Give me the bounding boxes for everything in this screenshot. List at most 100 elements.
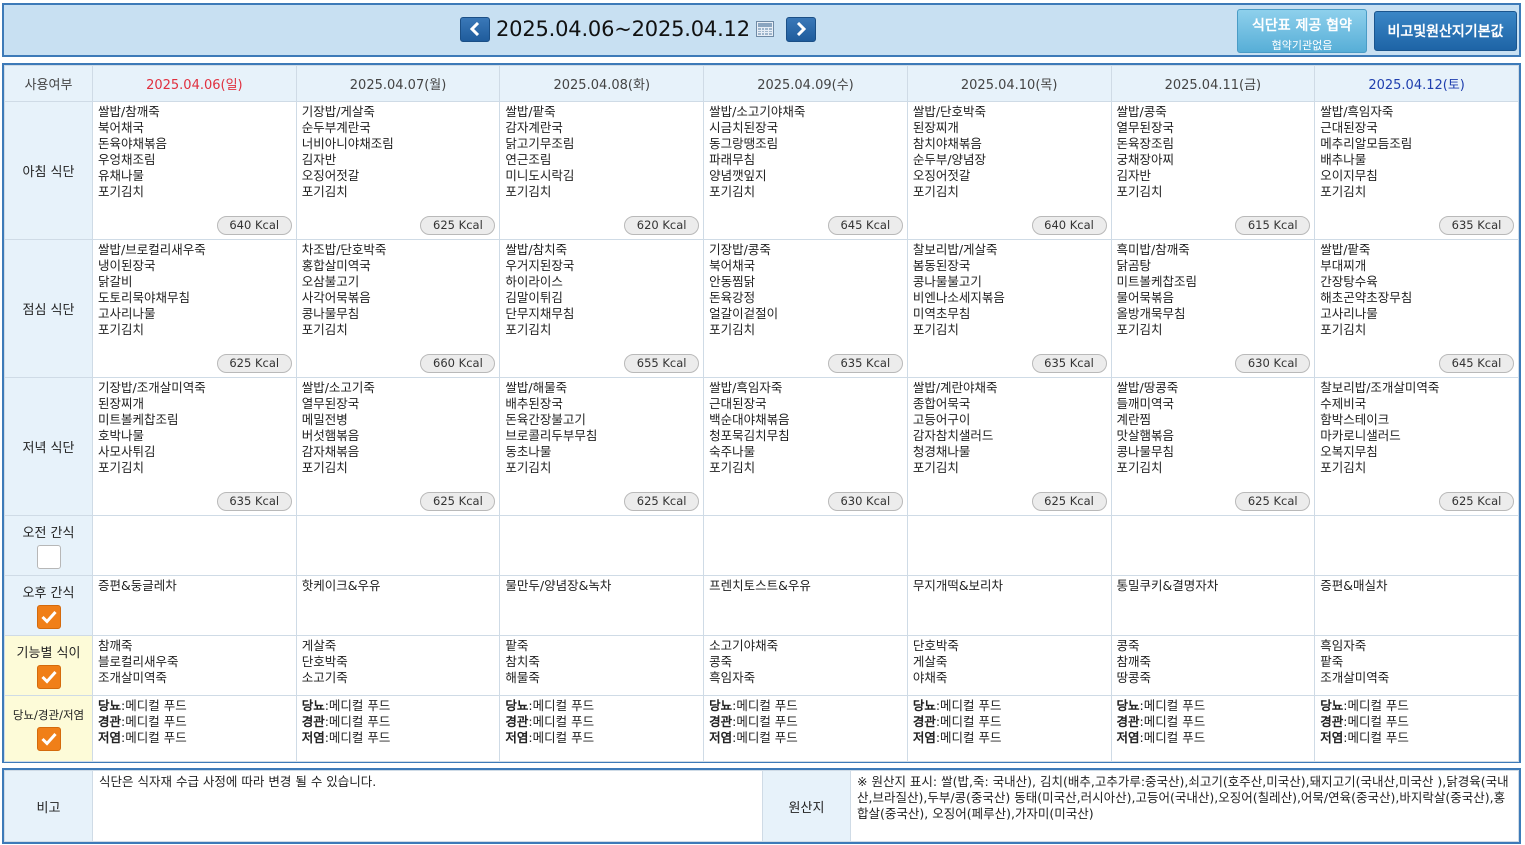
meal-cell[interactable]: 쌀밥/브로컬리새우죽 냉이된장국 닭갈비 도토리묵야채무침 고사리나물 포기김치 625 K… [92,239,297,378]
diet-cell[interactable]: 당뇨:메디컬 푸드 경관:메디컬 푸드 저염:메디컬 푸드 [92,695,297,762]
snack-cell[interactable]: 물만두/양념장&녹차 [499,575,705,636]
snack-cell[interactable] [906,515,1112,576]
day-header: 2025.04.11(금) [1110,65,1316,102]
meal-cell[interactable]: 쌀밥/계란야채죽 종합어묵국 고등어구이 감자참치샐러드 청경채나물 포기김치 625 Kc… [906,377,1112,516]
diet-line: 경관:메디컬 푸드 [709,714,907,730]
menu-item: 포기김치 [912,184,959,199]
meal-cell[interactable]: 흑미밥/참깨죽 닭곰탕 미트볼케찹조림 물어묵볶음 올방개묵무침 포기김치 630 Kcal [1110,239,1316,378]
default-remarks-origin-button[interactable]: 비고및원산지기본값 [1374,11,1517,51]
meal-cell[interactable]: 쌀밥/소고기야채죽 시금치된장국 동그랑땡조림 파래무침 양념깻잎지 포기김치 645 Kc… [703,101,908,240]
menu-item: 북어채국 [709,258,756,273]
snack-item: 물만두/양념장&녹차 [505,578,612,593]
snack-cell[interactable] [295,515,501,576]
diet-type: 경관 [912,714,936,729]
diet-cell[interactable]: 당뇨:메디컬 푸드 경관:메디컬 푸드 저염:메디컬 푸드 [906,695,1112,762]
meal-cell[interactable]: 기장밥/조개살미역죽 된장찌개 미트볼케찹조림 호박나물 사모사튀김 포기김치 635 Kc… [92,377,297,516]
kcal-badge: 625 Kcal [624,492,700,511]
diet-value: :메디컬 푸드 [1343,730,1409,745]
remarks-label: 비고 [4,770,93,842]
functional-cell[interactable]: 소고기야채죽 콩죽 흑임자죽 [703,635,908,696]
snack-cell[interactable]: 핫케이크&우유 [295,575,501,636]
kcal-badge: 615 Kcal [1235,216,1311,235]
diet-line: 저염:메디컬 푸드 [302,730,500,746]
functional-cell[interactable]: 단호박죽 게살죽 야채죽 [906,635,1112,696]
diet-value: :메디컬 푸드 [324,698,391,713]
meal-cell[interactable]: 찰보리밥/조개살미역죽 수제비국 함박스테이크 마카로니샐러드 오복지무침 포기김치 625… [1314,377,1519,516]
menu-item: 동그랑땡조림 [709,136,779,151]
menu-item: 연근조림 [505,152,552,167]
menu-item: 김자반 [301,152,337,167]
diet-type: 당뇨 [1116,698,1140,713]
meal-cell[interactable]: 쌀밥/콩죽 열무된장국 돈육장조림 궁채장아찌 김자반 포기김치 615 Kcal [1110,101,1316,240]
meal-cell[interactable]: 기장밥/게살죽 순두부계란국 너비아니야채조림 김자반 오징어젓갈 포기김치 625 Kca… [295,101,501,240]
pm-snack-use-checkbox[interactable] [36,605,61,629]
diet-line: 당뇨:메디컬 푸드 [505,698,703,714]
day-header-row: 사용여부 2025.04.06(일) 2025.04.07(월) 2025.04… [4,65,1519,102]
meal-cell[interactable]: 쌀밥/소고기죽 열무된장국 메밀전병 버섯햄볶음 감자채볶음 포기김치 625 Kcal [295,377,501,516]
functional-cell[interactable]: 참깨죽 블로컬리새우죽 조개살미역죽 [92,635,297,696]
origin-text[interactable]: ※ 원산지 표시: 쌀(밥,죽: 국내산), 김치(배추,고추가루:중국산),쇠… [850,770,1519,842]
snack-cell[interactable]: 증편&둥글레차 [92,575,297,636]
menu-item: 쌀밥/흑임자죽 [1320,104,1394,119]
meal-cell[interactable]: 쌀밥/땅콩죽 들깨미역국 계란찜 맛살햄볶음 콩나물무침 포기김치 625 Kcal [1110,377,1316,516]
am-snack-use-checkbox[interactable] [36,545,61,569]
diet-cell[interactable]: 당뇨:메디컬 푸드 경관:메디컬 푸드 저염:메디컬 푸드 [499,695,705,762]
diet-line: 저염:메디컬 푸드 [1320,730,1518,746]
meal-cell[interactable]: 찰보리밥/게살죽 봄동된장국 콩나물불고기 비엔나소세지볶음 미역초무침 포기김치 635 … [906,239,1112,378]
menu-item: 포기김치 [301,322,348,337]
meal-cell[interactable]: 쌀밥/참치죽 우거지된장국 하이라이스 김말이튀김 단무지채무침 포기김치 655 Kcal [499,239,705,378]
meal-cell[interactable]: 쌀밥/단호박죽 된장찌개 참치야채볶음 순두부/양념장 오징어젓갈 포기김치 640 Kca… [906,101,1112,240]
meal-cell[interactable]: 차조밥/단호박죽 홍합살미역국 오삼불고기 사각어묵볶음 콩나물무침 포기김치 660 Kc… [295,239,501,378]
diet-type: 당뇨 [301,698,325,713]
diet-cell[interactable]: 당뇨:메디컬 푸드 경관:메디컬 푸드 저염:메디컬 푸드 [1314,695,1519,762]
functional-cell[interactable]: 팥죽 참치죽 해물죽 [499,635,705,696]
diet-type: 저염 [505,730,529,745]
menu-item: 냉이된장국 [98,258,156,273]
snack-cell[interactable]: 무지개떡&보리차 [906,575,1112,636]
menu-item: 기장밥/조개살미역죽 [98,380,206,395]
snack-cell[interactable] [1110,515,1316,576]
menu-item: 쌀밥/계란야채죽 [912,380,998,395]
snack-cell[interactable]: 증편&매실차 [1314,575,1519,636]
menu-item: 고등어구이 [912,412,971,427]
meal-cell[interactable]: 쌀밥/흑임자죽 근대된장국 메추리알모듬조림 배추나물 오이지무침 포기김치 635 Kca… [1314,101,1519,240]
meal-cell[interactable]: 쌀밥/참깨죽 북어채국 돈육야채볶음 우엉채조림 유채나물 포기김치 640 Kcal [92,101,297,240]
meal-cell[interactable]: 쌀밥/팥죽 감자계란국 닭고기무조림 연근조림 미니도시락김 포기김치 620 Kcal [499,101,705,240]
diet-use-checkbox[interactable] [36,726,61,751]
menu-item: 기장밥/게살죽 [301,104,375,119]
functional-use-checkbox[interactable] [36,665,61,689]
meal-cell[interactable]: 쌀밥/흑임자죽 근대된장국 백순대야채볶음 청포묵김치무침 숙주나물 포기김치 630 Kc… [703,377,908,516]
menu-item: 메밀전병 [301,412,348,427]
snack-cell[interactable] [92,515,297,576]
functional-cell[interactable]: 흑임자죽 팥죽 조개살미역죽 [1314,635,1519,696]
snack-cell[interactable] [1314,515,1519,576]
functional-item: 게살죽 [912,654,948,669]
menu-item: 쌀밥/흑임자죽 [709,380,783,395]
row-label-text: 아침 식단 [22,165,75,180]
diet-cell[interactable]: 당뇨:메디컬 푸드 경관:메디컬 푸드 저염:메디컬 푸드 [703,695,908,762]
diet-cell[interactable]: 당뇨:메디컬 푸드 경관:메디컬 푸드 저염:메디컬 푸드 [295,695,501,762]
functional-cell[interactable]: 게살죽 단호박죽 소고기죽 [295,635,501,696]
functional-item: 흑임자죽 [709,670,756,685]
menu-item: 계란찜 [1116,412,1152,427]
next-week-button[interactable] [785,16,816,42]
remarks-text[interactable]: 식단은 식자재 수급 사정에 따라 변경 될 수 있습니다. [92,770,763,842]
snack-cell[interactable]: 프렌치토스트&우유 [703,575,908,636]
snack-cell[interactable]: 통밀쿠키&결명자차 [1110,575,1316,636]
prev-week-button[interactable] [460,16,490,42]
meal-cell[interactable]: 기장밥/콩죽 북어채국 안동찜닭 돈육강정 얼갈이겉절이 포기김치 635 Kcal [703,239,908,378]
meal-cell[interactable]: 쌀밥/팥죽 부대찌개 간장탕수육 해초곤약초장무침 고사리나물 포기김치 645 Kcal [1314,239,1519,378]
menu-agreement-button[interactable]: 식단표 제공 협약 협약기관없음 [1237,9,1367,53]
snack-cell[interactable] [703,515,908,576]
menu-item: 단무지채무침 [505,306,575,321]
diet-cell[interactable]: 당뇨:메디컬 푸드 경관:메디컬 푸드 저염:메디컬 푸드 [1110,695,1316,762]
row-label-text: 기능별 식이 [16,646,81,661]
calendar-icon[interactable] [755,21,774,37]
meal-cell[interactable]: 쌀밥/해물죽 배추된장국 돈육간장불고기 브로콜리두부무침 동초나물 포기김치 625 Kc… [499,377,705,516]
snack-cell[interactable] [499,515,705,576]
remarks-section: 비고 식단은 식자재 수급 사정에 따라 변경 될 수 있습니다. 원산지 ※ … [2,768,1521,844]
functional-cell[interactable]: 콩죽 참깨죽 땅콩죽 [1110,635,1316,696]
row-label-text: 오후 간식 [22,586,75,601]
menu-item: 포기김치 [1320,322,1367,337]
diet-line: 저염:메디컬 푸드 [913,730,1111,746]
